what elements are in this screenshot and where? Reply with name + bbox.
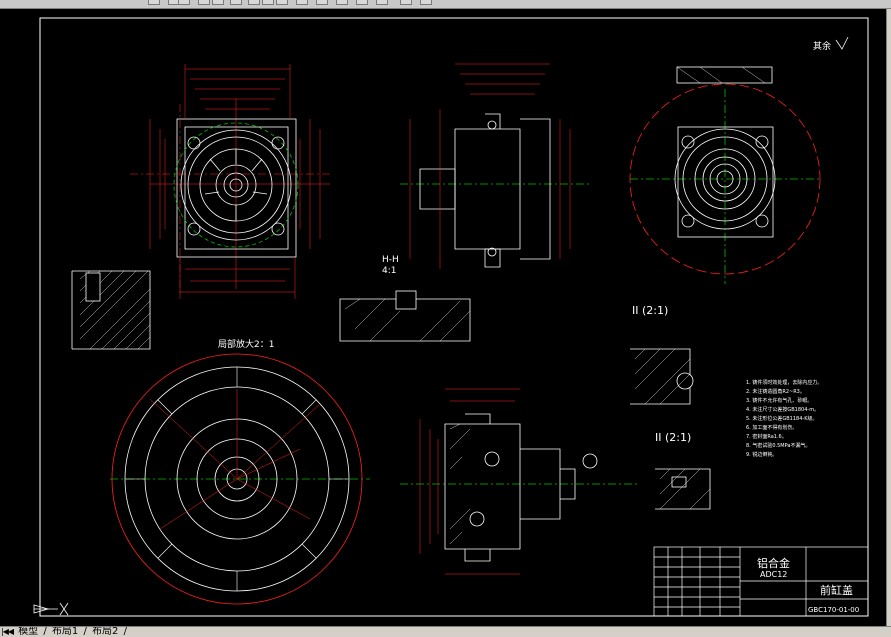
zoom-icon[interactable] xyxy=(316,0,328,5)
front-view xyxy=(130,64,330,299)
section-hh-scale: 4:1 xyxy=(382,266,396,276)
cad-drawing: H-H 4:1 局部放大2：1 II (2:1) II (2:1) 1. 铸件须… xyxy=(33,17,869,617)
match-icon[interactable] xyxy=(356,0,368,5)
rear-view xyxy=(629,66,821,284)
title-drawing-number: GBC170-01-00 xyxy=(808,606,859,614)
undo-icon[interactable] xyxy=(262,0,274,5)
ucs-icon xyxy=(33,602,69,616)
tab-nav-first-icon[interactable]: |◀◀ xyxy=(0,627,14,637)
detail-ii-top: II (2:1) xyxy=(630,304,694,405)
tech-note-5: 5. 未注形位公差GB1184-K级。 xyxy=(746,415,817,422)
dim-icon[interactable] xyxy=(400,0,412,5)
copy-icon[interactable] xyxy=(230,0,242,5)
title-part-name: 前缸盖 xyxy=(820,583,853,597)
tech-note-7: 7. 密封面Ra1.6。 xyxy=(746,433,787,440)
tech-note-6: 6. 加工面不得有划伤。 xyxy=(746,424,797,431)
detail-ii-bottom-label: II (2:1) xyxy=(655,431,691,444)
print-icon[interactable] xyxy=(198,0,210,5)
layout-tab-bar: |◀◀ 模型 / 布局1 / 布局2 / xyxy=(0,626,891,637)
tech-note-1: 1. 铸件须时效处理，去除内应力。 xyxy=(746,379,822,386)
bottom-section-view xyxy=(400,388,640,575)
paste-icon[interactable] xyxy=(248,0,260,5)
help-icon[interactable] xyxy=(420,0,432,5)
tech-notes: 1. 铸件须时效处理，去除内应力。 2. 未注铸造圆角R2~R3。 3. 铸件不… xyxy=(746,379,822,458)
tech-note-9: 9. 锐边倒钝。 xyxy=(746,451,777,458)
drawing-canvas[interactable]: H-H 4:1 局部放大2：1 II (2:1) II (2:1) 1. 铸件须… xyxy=(0,9,886,626)
tech-note-2: 2. 未注铸造圆角R2~R3。 xyxy=(746,388,805,395)
tech-note-8: 8. 气密试验0.5MPa不漏气。 xyxy=(746,442,810,449)
enlarged-view: 局部放大2：1 xyxy=(110,338,370,605)
tech-note-4: 4. 未注尺寸公差按GB1804-m。 xyxy=(746,406,819,413)
detail-left xyxy=(71,270,151,350)
text-icon[interactable] xyxy=(376,0,388,5)
title-material-code: ADC12 xyxy=(760,570,787,579)
enlarged-label: 局部放大2：1 xyxy=(218,338,274,350)
redo-icon[interactable] xyxy=(276,0,288,5)
tab-layout2[interactable]: 布局2 xyxy=(91,627,119,637)
layer-icon[interactable] xyxy=(148,0,160,5)
section-hh-label: H-H xyxy=(382,255,399,265)
properties-icon[interactable] xyxy=(336,0,348,5)
toolbar xyxy=(0,0,891,9)
pan-icon[interactable] xyxy=(296,0,308,5)
detail-ii-top-label: II (2:1) xyxy=(632,304,668,317)
tab-model[interactable]: 模型 xyxy=(17,627,39,637)
title-material: 铝合金 xyxy=(757,556,790,570)
save-icon[interactable] xyxy=(178,0,190,5)
roughness-symbol-icon xyxy=(835,36,849,50)
detail-ii-bottom: II (2:1) xyxy=(655,431,711,510)
cut-icon[interactable] xyxy=(212,0,224,5)
side-section-view xyxy=(400,63,590,269)
vertical-scrollbar[interactable] xyxy=(886,9,891,626)
surface-roughness-note: 其余 xyxy=(813,40,831,52)
tab-layout1[interactable]: 布局1 xyxy=(51,627,79,637)
tech-note-3: 3. 铸件不允许有气孔、砂眼。 xyxy=(746,397,812,404)
section-hh: H-H 4:1 xyxy=(339,255,471,342)
